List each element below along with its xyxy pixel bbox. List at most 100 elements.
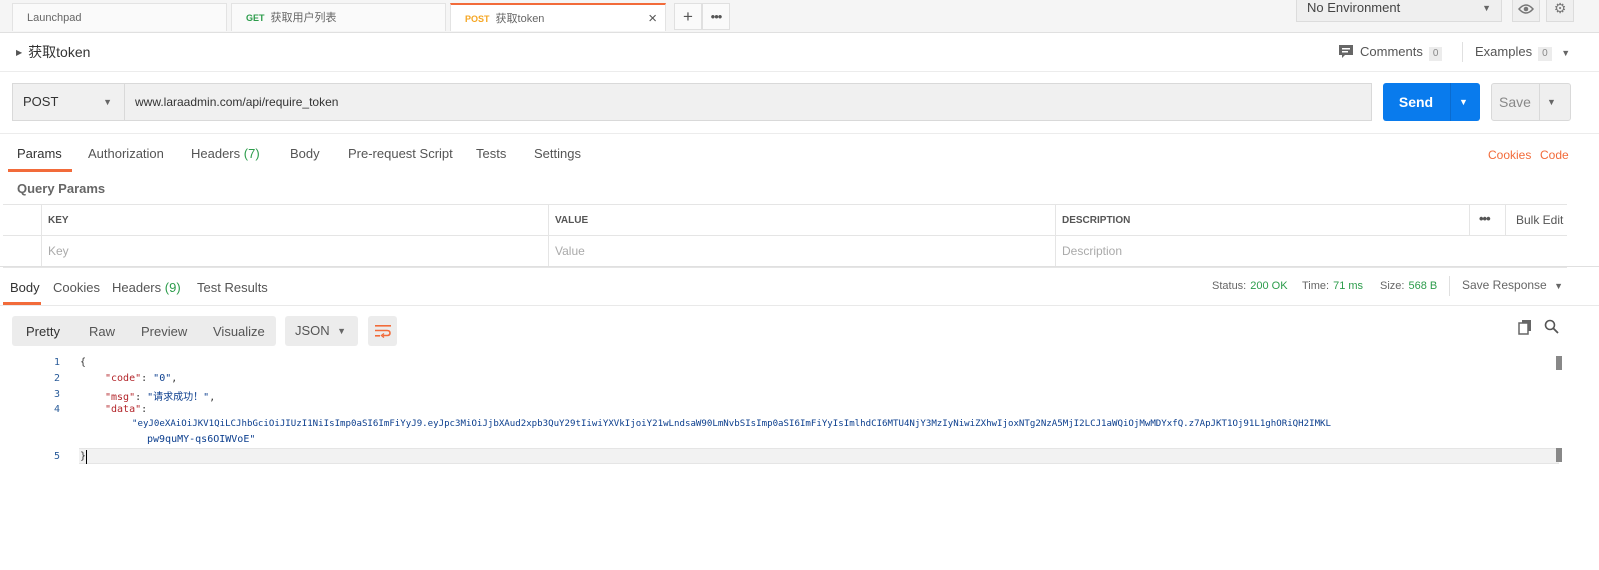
tab-label: 获取用户列表 <box>270 12 337 24</box>
response-tab-headers[interactable]: Headers (9) <box>112 280 181 295</box>
tab-launchpad[interactable]: Launchpad <box>12 3 227 31</box>
cookies-link[interactable]: Cookies <box>1488 148 1531 162</box>
view-preview[interactable]: Preview <box>141 324 187 339</box>
tab-headers[interactable]: Headers (7) <box>191 146 260 161</box>
examples-count: 0 <box>1538 47 1552 61</box>
close-icon[interactable]: × <box>648 5 657 33</box>
description-input[interactable]: Description <box>1062 244 1122 258</box>
more-icon: ••• <box>710 9 723 24</box>
save-button[interactable]: Save ▼ <box>1491 83 1571 121</box>
request-name[interactable]: ▶ 获取token <box>16 42 90 62</box>
method-select[interactable]: POST ▼ <box>12 83 125 121</box>
divider <box>1055 205 1056 267</box>
tab-headers-label: Headers <box>191 146 241 161</box>
environment-select[interactable]: No Environment ▼ <box>1296 0 1502 22</box>
method-label: POST <box>23 94 59 109</box>
search-icon[interactable] <box>1544 319 1559 338</box>
chevron-down-icon: ▼ <box>337 326 346 336</box>
line-number: 3 <box>53 389 60 400</box>
tab-label: 获取token <box>495 13 545 25</box>
bulk-edit-link[interactable]: Bulk Edit <box>1516 213 1563 227</box>
code-link[interactable]: Code <box>1540 148 1569 162</box>
scrollbar-thumb[interactable] <box>1556 356 1562 370</box>
response-headers-count: (9) <box>164 280 181 295</box>
new-tab-button[interactable]: + <box>674 3 702 30</box>
examples-dropdown[interactable]: Examples 0 ▼ <box>1475 44 1570 61</box>
divider <box>0 71 1599 72</box>
size-value: 568 B <box>1408 280 1438 292</box>
comments-label: Comments <box>1360 44 1423 59</box>
column-header-value: VALUE <box>555 215 589 226</box>
status-label: Status: <box>1212 280 1247 292</box>
view-pretty[interactable]: Pretty <box>26 324 60 339</box>
json-value: "请求成功！" <box>147 392 210 403</box>
save-response-dropdown[interactable]: Save Response ▼ <box>1462 278 1563 292</box>
horizontal-scroll-indicator[interactable] <box>1556 354 1562 464</box>
copy-icon[interactable] <box>1518 319 1532 339</box>
chevron-down-icon: ▼ <box>1482 3 1491 13</box>
divider <box>1539 84 1540 120</box>
response-tab-body[interactable]: Body <box>10 280 40 295</box>
size-label: Size: <box>1380 280 1405 292</box>
divider <box>548 205 549 267</box>
chevron-down-icon[interactable]: ▼ <box>1459 83 1468 121</box>
request-tab-bar: Launchpad GET 获取用户列表 POST 获取token × + ••• … <box>0 0 1599 33</box>
view-raw[interactable]: Raw <box>89 324 115 339</box>
request-title: 获取token <box>28 44 91 60</box>
view-mode-tabs: Pretty Raw Preview Visualize <box>12 316 276 346</box>
more-icon[interactable]: ••• <box>1479 211 1491 226</box>
tab-label: Launchpad <box>27 12 82 24</box>
response-tab-headers-label: Headers <box>112 280 162 295</box>
json-key: "data" <box>105 404 142 415</box>
tab-pre-request-script[interactable]: Pre-request Script <box>348 146 453 161</box>
more-tabs-button[interactable]: ••• <box>702 3 730 30</box>
divider <box>0 305 1599 306</box>
divider <box>0 133 1599 134</box>
caret-right-icon: ▶ <box>16 48 23 57</box>
chevron-down-icon: ▼ <box>1554 281 1563 291</box>
tab-authorization[interactable]: Authorization <box>88 146 164 161</box>
environment-quick-look-button[interactable] <box>1512 0 1540 22</box>
line-number: 1 <box>53 357 60 368</box>
settings-button[interactable]: ⚙ <box>1546 0 1574 22</box>
chevron-down-icon: ▼ <box>1561 48 1571 58</box>
line-number: 4 <box>53 404 60 415</box>
response-status: Status: 200 OK <box>1212 280 1288 292</box>
send-button[interactable]: Send ▼ <box>1383 83 1480 121</box>
time-value: 71 ms <box>1333 280 1364 292</box>
tab-get-user-list[interactable]: GET 获取用户列表 <box>231 3 446 31</box>
wrap-lines-button[interactable] <box>368 316 397 346</box>
response-tab-test-results[interactable]: Test Results <box>197 280 268 295</box>
format-label: JSON <box>295 323 330 338</box>
url-input[interactable]: www.laraadmin.com/api/require_token <box>124 83 1372 121</box>
response-tab-cookies[interactable]: Cookies <box>53 280 100 295</box>
divider <box>41 205 42 267</box>
comments-link[interactable]: Comments 0 <box>1338 44 1443 61</box>
divider <box>3 235 1567 236</box>
response-body-editor[interactable]: { "code": "0", "msg": "请求成功！", "data": "… <box>80 357 1331 462</box>
divider <box>1469 205 1470 235</box>
scrollbar-thumb[interactable] <box>1556 448 1562 462</box>
save-response-label: Save Response <box>1462 278 1547 292</box>
tab-settings[interactable]: Settings <box>534 146 581 161</box>
chevron-down-icon[interactable]: ▼ <box>1547 84 1556 120</box>
view-visualize[interactable]: Visualize <box>213 324 265 339</box>
tab-method-post: POST <box>465 14 490 24</box>
json-key: "msg" <box>105 392 136 403</box>
divider <box>0 266 1599 267</box>
tab-params[interactable]: Params <box>17 146 62 161</box>
value-input[interactable]: Value <box>555 244 585 258</box>
wrap-icon <box>374 324 391 338</box>
json-value: pw9quMY-qs6OIWVoE" <box>147 434 256 445</box>
chevron-down-icon: ▼ <box>103 97 112 107</box>
key-input[interactable]: Key <box>48 244 69 258</box>
column-header-key: KEY <box>48 215 69 226</box>
tab-method-get: GET <box>246 13 265 23</box>
divider <box>1449 276 1450 296</box>
tab-tests[interactable]: Tests <box>476 146 506 161</box>
tab-body[interactable]: Body <box>290 146 320 161</box>
format-select[interactable]: JSON ▼ <box>285 316 358 346</box>
headers-count: (7) <box>243 146 260 161</box>
active-tab-indicator <box>8 169 72 172</box>
tab-get-token[interactable]: POST 获取token × <box>450 3 666 31</box>
